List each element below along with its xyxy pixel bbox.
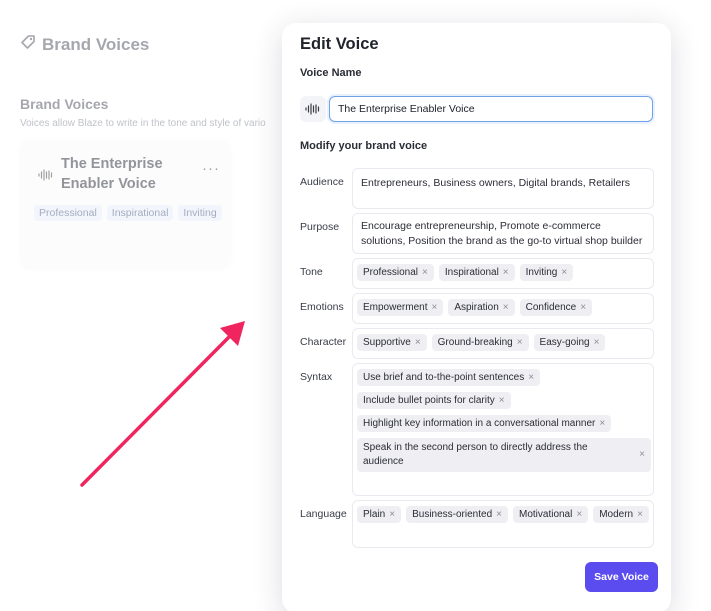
tone-chip[interactable]: Inviting × <box>519 264 574 281</box>
modal-title: Edit Voice <box>300 35 379 53</box>
remove-icon[interactable]: × <box>389 509 395 520</box>
language-chip[interactable]: Modern × <box>593 506 649 523</box>
language-field[interactable]: Plain × Business-oriented × Motivational × … <box>352 500 654 548</box>
remove-icon[interactable]: × <box>594 337 600 348</box>
emotion-chip[interactable]: Confidence × <box>519 299 593 316</box>
remove-icon[interactable]: × <box>517 337 523 348</box>
chip-label: Speak in the second person to directly a… <box>363 442 588 467</box>
tag-icon <box>20 34 36 55</box>
modify-voice-label: Modify your brand voice <box>300 140 428 152</box>
page-header: Brand Voices <box>20 34 149 55</box>
chip-label: Ground-breaking <box>437 337 513 348</box>
syntax-label: Syntax <box>300 371 333 383</box>
purpose-field[interactable]: Encourage entrepreneurship, Promote e-co… <box>352 213 654 254</box>
voice-card-tag: Inspirational <box>106 205 174 221</box>
audience-value: Entrepreneurs, Business owners, Digital … <box>361 177 631 189</box>
chip-label: Inspirational <box>444 267 499 278</box>
remove-icon[interactable]: × <box>639 448 645 462</box>
chip-label: Supportive <box>363 337 411 348</box>
save-voice-button[interactable]: Save Voice <box>585 562 658 592</box>
language-chip[interactable]: Motivational × <box>512 506 589 523</box>
voice-name-input[interactable] <box>329 96 653 122</box>
soundwave-icon <box>300 96 326 122</box>
chip-label: Professional <box>363 267 419 278</box>
remove-icon[interactable]: × <box>503 267 509 278</box>
chip-label: Easy-going <box>539 337 590 348</box>
language-chip[interactable]: Plain × <box>357 506 402 523</box>
character-chip[interactable]: Supportive × <box>357 334 427 351</box>
language-chip[interactable]: Business-oriented × <box>406 506 508 523</box>
remove-icon[interactable]: × <box>503 302 509 313</box>
emotions-chips: Empowerment × Aspiration × Confidence × <box>353 294 653 321</box>
chip-label: Motivational <box>518 509 573 520</box>
edit-voice-modal: Edit Voice Voice Name Modify your brand … <box>282 23 671 611</box>
tone-chip[interactable]: Professional × <box>357 264 434 281</box>
remove-icon[interactable]: × <box>431 302 437 313</box>
tone-chip[interactable]: Inspirational × <box>438 264 515 281</box>
emotions-label: Emotions <box>300 301 344 313</box>
page-title: Brand Voices <box>42 34 150 54</box>
language-label: Language <box>300 508 347 520</box>
syntax-chip[interactable]: Speak in the second person to directly a… <box>357 438 651 472</box>
voice-card-tag: Professional <box>34 205 102 221</box>
voice-card-tags: Professional Inspirational Inviting <box>34 205 222 221</box>
syntax-chip[interactable]: Use brief and to-the-point sentences × <box>357 369 541 386</box>
tone-label: Tone <box>300 266 323 278</box>
character-label: Character <box>300 336 347 348</box>
section-title: Brand Voices <box>20 96 109 112</box>
emotions-field[interactable]: Empowerment × Aspiration × Confidence × <box>352 293 654 324</box>
tone-chips: Professional × Inspirational × Inviting × <box>353 259 653 286</box>
remove-icon[interactable]: × <box>580 302 586 313</box>
syntax-chips: Use brief and to-the-point sentences × In… <box>353 364 653 477</box>
remove-icon[interactable]: × <box>422 267 428 278</box>
remove-icon[interactable]: × <box>637 509 643 520</box>
voice-card-title: The Enterprise Enabler Voice <box>61 156 163 192</box>
syntax-chip[interactable]: Include bullet points for clarity × <box>357 392 511 409</box>
chip-label: Confidence <box>525 302 577 313</box>
chip-label: Empowerment <box>363 302 428 313</box>
remove-icon[interactable]: × <box>528 372 534 383</box>
remove-icon[interactable]: × <box>599 418 605 429</box>
voice-card[interactable]: The Enterprise Enabler Voice ··· Profess… <box>20 140 231 268</box>
audience-field[interactable]: Entrepreneurs, Business owners, Digital … <box>352 168 654 209</box>
character-field[interactable]: Supportive × Ground-breaking × Easy-going × <box>352 328 654 359</box>
more-options-icon[interactable]: ··· <box>202 160 220 177</box>
emotion-chip[interactable]: Aspiration × <box>448 299 515 316</box>
voice-card-tag: Inviting <box>178 205 222 221</box>
chip-label: Include bullet points for clarity <box>363 395 495 406</box>
remove-icon[interactable]: × <box>499 395 505 406</box>
purpose-label: Purpose <box>300 221 340 233</box>
language-chips: Plain × Business-oriented × Motivational × … <box>353 501 653 528</box>
remove-icon[interactable]: × <box>496 509 502 520</box>
purpose-value: Encourage entrepreneurship, Promote e-co… <box>361 220 643 247</box>
section-description: Voices allow Blaze to write in the tone … <box>20 118 266 129</box>
chip-label: Business-oriented <box>412 509 493 520</box>
character-chips: Supportive × Ground-breaking × Easy-going × <box>353 329 653 356</box>
character-chip[interactable]: Easy-going × <box>533 334 606 351</box>
syntax-field[interactable]: Use brief and to-the-point sentences × In… <box>352 363 654 496</box>
syntax-chip[interactable]: Highlight key information in a conversat… <box>357 415 612 432</box>
tone-field[interactable]: Professional × Inspirational × Inviting × <box>352 258 654 289</box>
remove-icon[interactable]: × <box>415 337 421 348</box>
audience-label: Audience <box>300 176 344 188</box>
remove-icon[interactable]: × <box>576 509 582 520</box>
character-chip[interactable]: Ground-breaking × <box>431 334 529 351</box>
chip-label: Aspiration <box>454 302 499 313</box>
chip-label: Highlight key information in a conversat… <box>363 418 596 429</box>
soundwave-icon <box>38 168 54 186</box>
voice-name-label: Voice Name <box>300 67 362 79</box>
remove-icon[interactable]: × <box>561 267 567 278</box>
chip-label: Modern <box>599 509 634 520</box>
chip-label: Use brief and to-the-point sentences <box>363 372 525 383</box>
chip-label: Inviting <box>525 267 558 278</box>
chip-label: Plain <box>363 509 386 520</box>
emotion-chip[interactable]: Empowerment × <box>357 299 444 316</box>
